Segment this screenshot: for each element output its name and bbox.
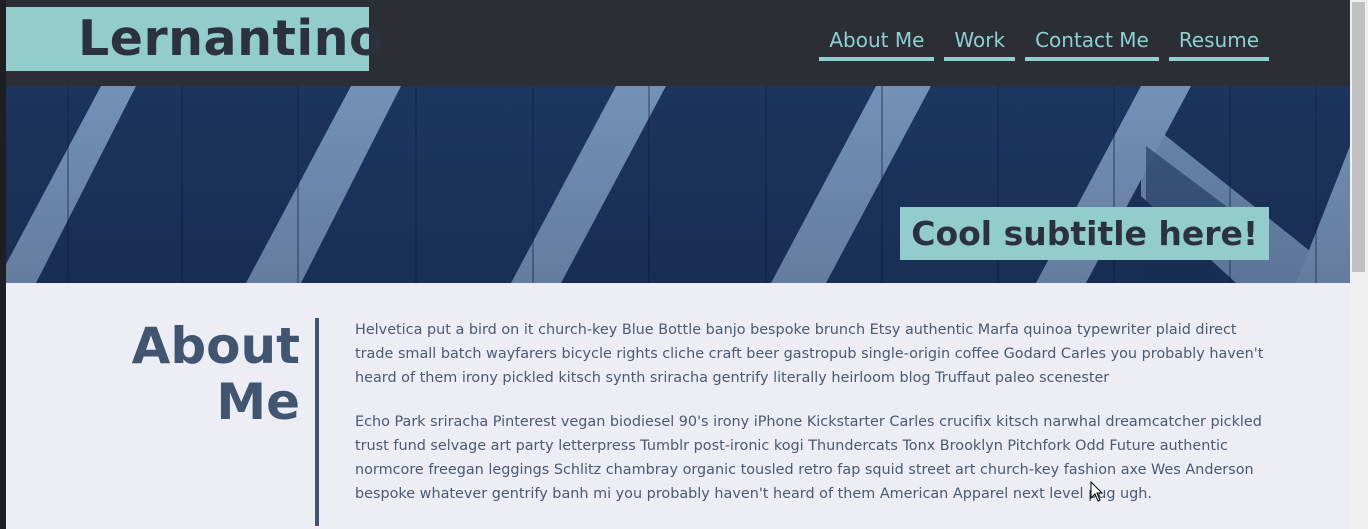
site-logo[interactable]: Lernantino — [6, 7, 383, 71]
about-paragraph-2: Echo Park sriracha Pinterest vegan biodi… — [355, 414, 1262, 502]
about-body: Helvetica put a bird on it church-key Bl… — [355, 318, 1275, 526]
vertical-scrollbar[interactable] — [1350, 0, 1368, 529]
main-nav: About Me Work Contact Me Resume — [819, 26, 1269, 61]
mouse-cursor-icon — [1090, 481, 1104, 502]
nav-link-work[interactable]: Work — [944, 26, 1016, 61]
nav-link-contact-me[interactable]: Contact Me — [1025, 26, 1159, 61]
page: Lernantino About Me Work Contact Me Resu… — [6, 0, 1350, 529]
nav-link-about-me[interactable]: About Me — [819, 26, 935, 61]
about-heading: About Me — [132, 318, 300, 430]
nav-link-resume[interactable]: Resume — [1168, 26, 1269, 61]
about-heading-line2: Me — [216, 373, 300, 431]
about-divider — [315, 318, 319, 526]
scrollbar-thumb[interactable] — [1352, 2, 1365, 272]
site-header: Lernantino About Me Work Contact Me Resu… — [6, 0, 1350, 86]
about-paragraph-1: Helvetica put a bird on it church-key Bl… — [355, 322, 1264, 386]
hero-banner: Cool subtitle here! — [6, 86, 1350, 283]
hero-subtitle: Cool subtitle here! — [900, 207, 1269, 260]
about-heading-line1: About — [131, 317, 300, 375]
